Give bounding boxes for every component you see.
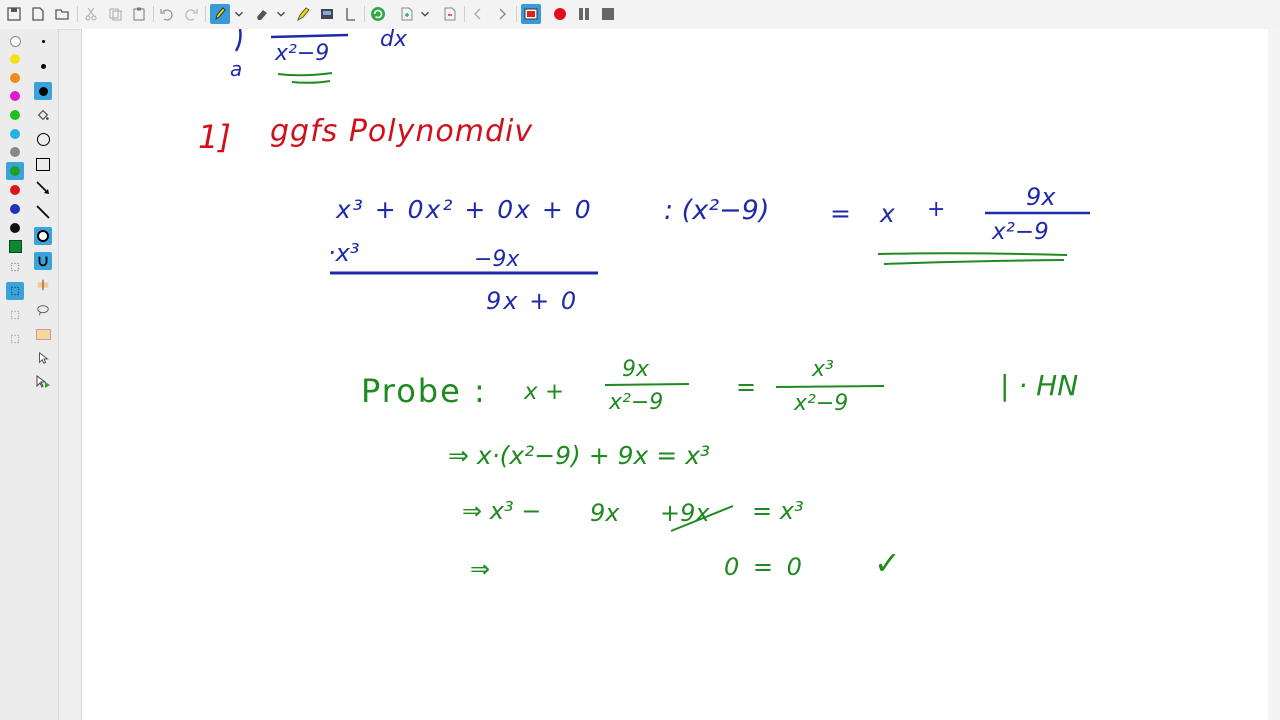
pause-icon[interactable] [574,4,594,24]
previous-page-icon[interactable] [468,4,488,24]
color-green-swatch[interactable] [6,162,24,180]
integral-lower-bound: a [230,57,243,81]
fill-bucket-icon[interactable] [34,106,52,124]
check-line-3-cancel-b: +9x [660,499,710,527]
delete-page-icon[interactable] [440,4,460,24]
color-red-swatch[interactable] [6,181,24,199]
check-line-4-arrow: ⇒ [470,555,491,583]
check-lhs-denominator: x²−9 [609,390,664,415]
remainder-row: 9x + 0 [486,287,579,315]
color-yellow-swatch[interactable] [6,50,24,68]
toolbar-separator [464,6,465,22]
new-page-icon[interactable] [28,4,48,24]
play-object-icon[interactable] [34,373,52,391]
line-tool-icon[interactable] [34,203,52,221]
select-tool-icon[interactable] [6,282,24,300]
remainder-numerator: 9x [1026,183,1056,211]
crop-tool-icon[interactable] [6,258,24,276]
integral-differential: dx [380,29,407,52]
save-icon[interactable] [4,4,24,24]
cut-icon[interactable] [81,4,101,24]
division-equals: = [830,199,851,228]
toolbar-separator [205,6,206,22]
check-line-2: ⇒ x·(x²−9) + 9x = x³ [448,441,711,470]
pen-icon[interactable] [210,4,230,24]
check-equals: = [736,373,757,401]
check-line-3-cancel-a: 9x [590,499,620,527]
toolbar-separator [153,6,154,22]
next-page-icon[interactable] [492,4,512,24]
check-line-3-start: ⇒ x³ − [462,497,542,525]
lasso-tool-icon[interactable] [34,301,52,319]
open-folder-icon[interactable] [52,4,72,24]
dividend: x³ + 0x² + 0x + 0 [336,195,593,224]
record-screen-icon[interactable] [521,4,541,24]
integral-denominator: x²−9 [275,41,330,66]
check-rhs-denominator: x²−9 [794,391,849,416]
paste-icon[interactable] [129,4,149,24]
quotient-plus: + [927,197,946,222]
section-heading: ggfs Polynomdiv [270,114,534,149]
pen-size-small-icon[interactable] [34,32,52,50]
copy-icon[interactable] [105,4,125,24]
checkmark-icon: ✓ [874,544,901,582]
tool-sidebar [0,29,59,720]
check-lhs-x: x + [524,379,565,405]
refresh-icon[interactable] [368,4,388,24]
chevron-down-icon[interactable] [232,4,246,24]
pen-size-large-icon[interactable] [34,82,52,100]
check-lhs-numerator: 9x [622,357,650,382]
redo-icon[interactable] [181,4,201,24]
ink-strokes [234,29,1090,532]
divisor: : (x²−9) [664,195,770,226]
subtraction-row-left: ·x³ [328,239,360,267]
toolbar-separator [516,6,517,22]
color-orange-swatch[interactable] [6,69,24,87]
highlighter-icon[interactable] [293,4,313,24]
add-page-icon[interactable] [397,4,417,24]
check-note: | · HN [1000,369,1079,402]
vertical-scrollbar[interactable] [1268,29,1280,720]
subtraction-row-right: −9x [474,247,520,272]
chevron-down-icon[interactable] [418,4,432,24]
color-black-swatch[interactable] [6,219,24,237]
rectangle-tool-icon[interactable] [34,155,52,173]
toolbar [0,0,1280,30]
ruler-tool-icon[interactable] [34,276,52,294]
section-number: 1] [198,118,231,156]
check-line-3-end: = x³ [752,497,804,525]
color-magenta-swatch[interactable] [6,87,24,105]
whiteboard-canvas[interactable]: x²−9 a dx 1] ggfs Polynomdiv x³ + 0x² + … [81,29,1269,720]
color-lime-swatch[interactable] [6,106,24,124]
pointer-icon[interactable] [34,349,52,367]
toolbar-separator [77,6,78,22]
color-white-swatch[interactable] [6,32,24,50]
undo-icon[interactable] [157,4,177,24]
color-cyan-swatch[interactable] [6,125,24,143]
quotient-x: x [880,199,895,228]
magnet-tool-icon[interactable] [34,252,52,270]
compass-tool-icon[interactable] [34,227,52,245]
check-label: Probe : [361,372,487,410]
color-blue-swatch[interactable] [6,200,24,218]
check-line-4-result: 0 = 0 [724,553,805,581]
select-object-icon[interactable] [6,330,24,348]
record-icon[interactable] [550,4,570,24]
ellipse-tool-icon[interactable] [34,130,52,148]
check-rhs-numerator: x³ [812,357,834,382]
text-cursor-icon[interactable] [340,4,360,24]
color-gray-swatch[interactable] [6,143,24,161]
arrow-tool-icon[interactable] [34,179,52,197]
select-region-icon[interactable] [6,306,24,324]
image-icon[interactable] [317,4,337,24]
toolbar-separator [364,6,365,22]
color-darkgreen-swatch[interactable] [6,237,24,255]
stop-icon[interactable] [598,4,618,24]
pen-size-medium-icon[interactable] [34,57,52,75]
space-tool-icon[interactable] [34,325,52,343]
chevron-down-icon[interactable] [274,4,288,24]
remainder-denominator: x²−9 [992,219,1049,245]
eraser-icon[interactable] [252,4,272,24]
